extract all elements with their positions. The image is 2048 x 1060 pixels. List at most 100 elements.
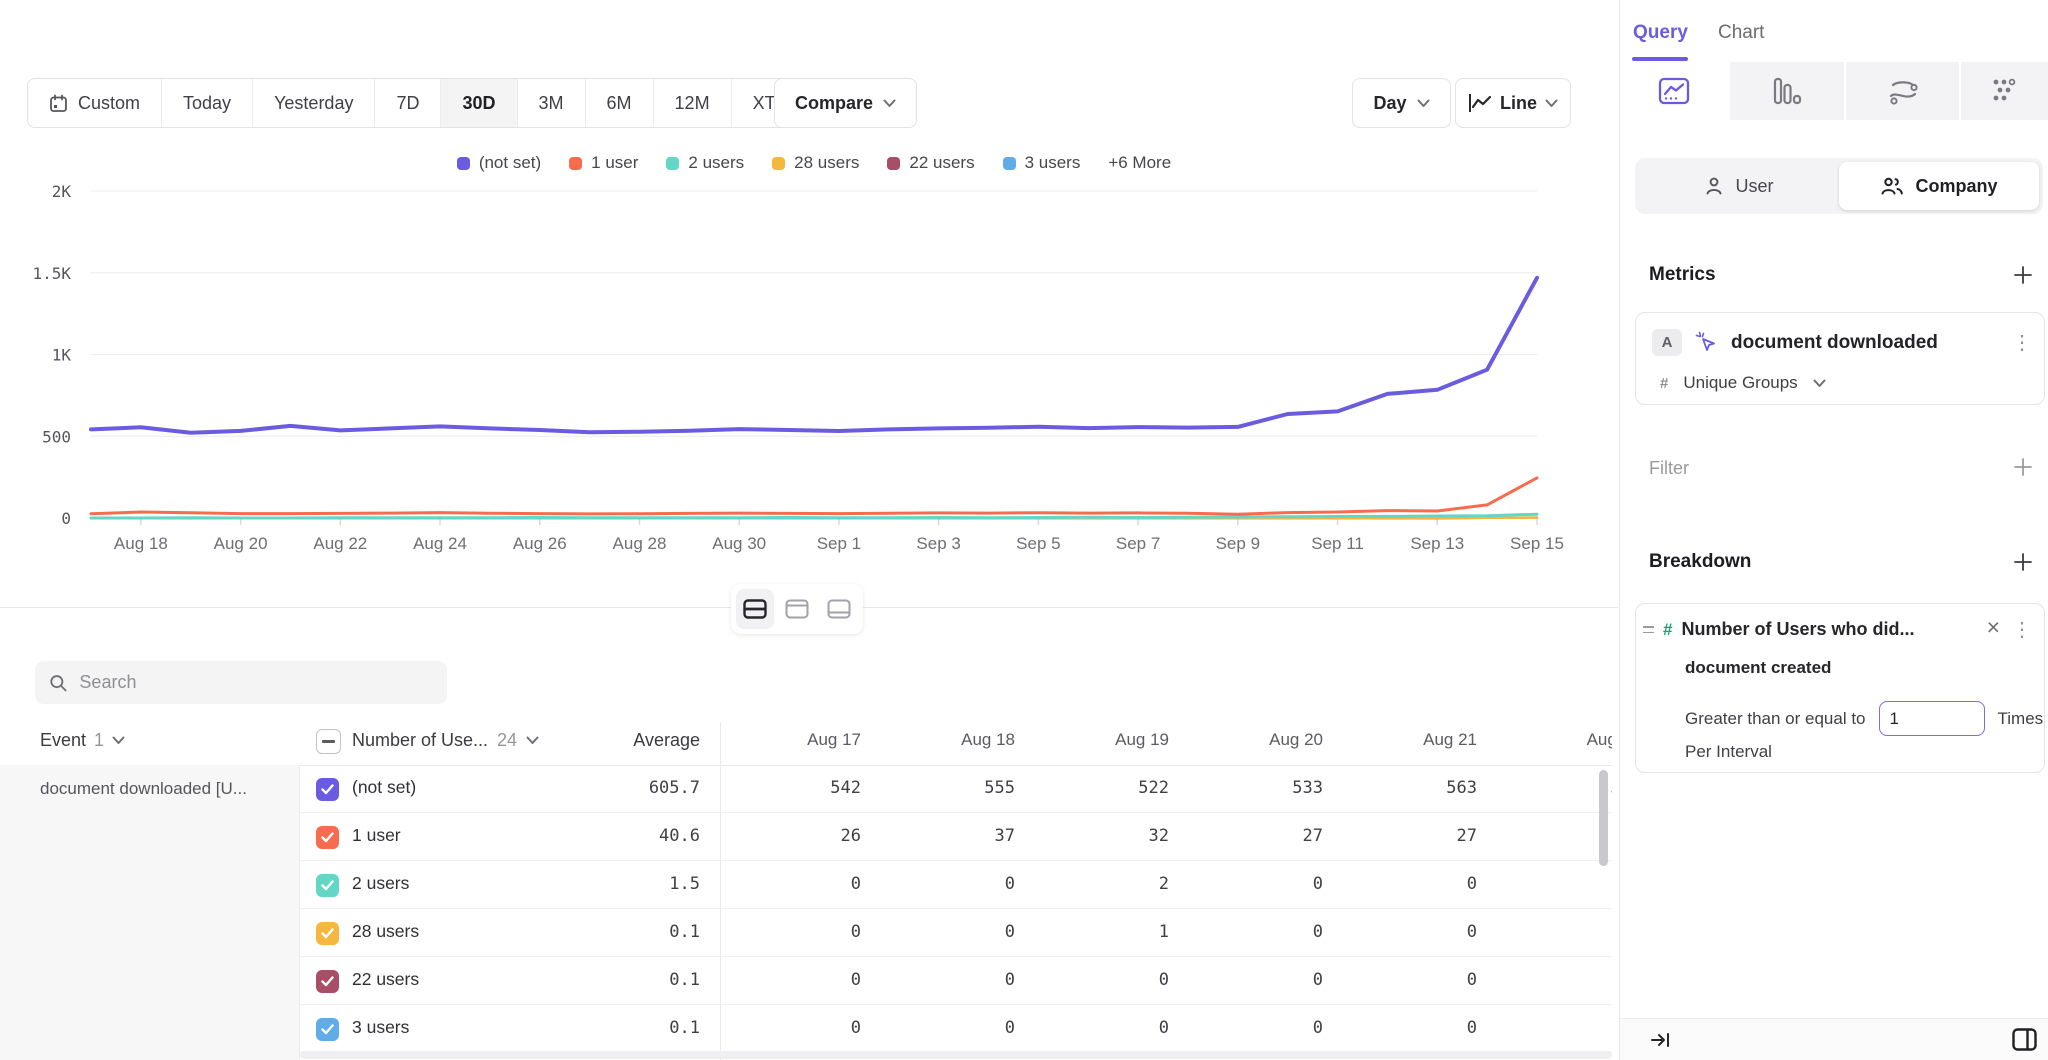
add-breakdown-button[interactable] xyxy=(2012,551,2034,573)
chart-type-flow-button[interactable] xyxy=(1846,62,1961,120)
cell-value: 522 xyxy=(1031,778,1185,798)
date-column-header[interactable]: Aug 18 xyxy=(877,730,1031,750)
granularity-button[interactable]: Day xyxy=(1352,78,1451,128)
close-icon[interactable]: × xyxy=(1987,616,2000,639)
event-name-cell[interactable]: document downloaded [U... xyxy=(0,765,300,1060)
cell-value: 1 xyxy=(1031,922,1185,942)
svg-text:Aug 28: Aug 28 xyxy=(613,534,667,553)
event-column-header[interactable]: Event 1 xyxy=(40,730,125,751)
row-values: 54255552253356353 xyxy=(723,778,1612,798)
cell-value: 533 xyxy=(1185,778,1339,798)
range-button-7d[interactable]: 7D xyxy=(374,79,440,127)
chart-toolbar: CustomTodayYesterday7D30D3M6M12MXTD Comp… xyxy=(0,78,1618,128)
range-button-yesterday[interactable]: Yesterday xyxy=(252,79,374,127)
average-value: 1.5 xyxy=(600,874,700,894)
table-row[interactable]: 1 user 40.6 26373227272 xyxy=(300,813,1612,861)
main-area: CustomTodayYesterday7D30D3M6M12MXTD Comp… xyxy=(0,0,1618,1060)
date-column-header[interactable]: Aug 2 xyxy=(1493,730,1612,750)
metric-card[interactable]: A document downloaded ⋮ # Unique Groups xyxy=(1635,312,2045,405)
vertical-scrollbar[interactable] xyxy=(1599,770,1608,866)
cell-value: 27 xyxy=(1185,826,1339,846)
range-button-today[interactable]: Today xyxy=(161,79,252,127)
date-column-header[interactable]: Aug 19 xyxy=(1031,730,1185,750)
series-checkbox[interactable] xyxy=(316,826,339,849)
table-row[interactable]: 3 users0.1000000 xyxy=(300,1005,1612,1053)
series-checkbox[interactable] xyxy=(316,970,339,993)
layout-chart-only-button[interactable] xyxy=(778,589,816,629)
search-icon xyxy=(49,673,67,693)
date-range-group: CustomTodayYesterday7D30D3M6M12MXTD xyxy=(27,78,834,128)
metrics-title: Metrics xyxy=(1649,264,1716,286)
table-search[interactable] xyxy=(35,661,447,704)
search-input[interactable] xyxy=(79,672,433,693)
add-metric-button[interactable] xyxy=(2012,264,2034,286)
layout-table-only-button[interactable] xyxy=(820,589,858,629)
chart-type-grid-button[interactable] xyxy=(1961,62,2048,120)
times-value-input[interactable] xyxy=(1879,701,1985,736)
range-button-6m[interactable]: 6M xyxy=(585,79,653,127)
chart-type-label: Line xyxy=(1500,93,1537,114)
series-checkbox[interactable] xyxy=(316,1018,339,1041)
tab-chart[interactable]: Chart xyxy=(1718,22,1764,44)
svg-text:1.5K: 1.5K xyxy=(32,264,71,283)
average-value: 40.6 xyxy=(600,826,700,846)
series-checkbox[interactable] xyxy=(316,874,339,897)
table-row[interactable]: 22 users0.1000000 xyxy=(300,957,1612,1005)
add-filter-button[interactable] xyxy=(2012,456,2034,478)
svg-text:Aug 24: Aug 24 xyxy=(413,534,467,553)
layout-toggle-group xyxy=(731,584,863,634)
line-chart[interactable]: 05001K1.5K2KAug 18Aug 20Aug 22Aug 24Aug … xyxy=(0,140,1618,570)
svg-text:Sep 7: Sep 7 xyxy=(1116,534,1160,553)
series-label: (not set) xyxy=(352,777,416,798)
group-user-option[interactable]: User xyxy=(1639,162,1839,210)
cell-value: 555 xyxy=(877,778,1031,798)
svg-text:Aug 26: Aug 26 xyxy=(513,534,567,553)
select-all-checkbox[interactable] xyxy=(316,729,341,754)
breakdown-card-title: Number of Users who did... xyxy=(1681,619,1914,640)
range-button-custom[interactable]: Custom xyxy=(28,79,161,127)
series-label: 1 user xyxy=(352,825,401,846)
chart-type-button[interactable]: Line xyxy=(1455,78,1571,128)
cell-value: 0 xyxy=(1185,874,1339,894)
svg-text:Sep 9: Sep 9 xyxy=(1216,534,1260,553)
chart-type-line-button[interactable] xyxy=(1620,62,1730,120)
breakdown-menu-icon[interactable]: ⋮ xyxy=(2012,620,2032,640)
breakdown-card[interactable]: # Number of Users who did... × ⋮ documen… xyxy=(1635,603,2045,773)
date-column-header[interactable]: Aug 20 xyxy=(1185,730,1339,750)
collapse-panel-icon[interactable] xyxy=(1650,1030,1671,1050)
range-button-3m[interactable]: 3M xyxy=(517,79,585,127)
series-checkbox[interactable] xyxy=(316,922,339,945)
metric-measure-row[interactable]: # Unique Groups xyxy=(1660,373,1826,393)
row-values: 26373227272 xyxy=(723,826,1612,846)
compare-button[interactable]: Compare xyxy=(774,78,917,128)
range-button-12m[interactable]: 12M xyxy=(653,79,731,127)
date-column-header[interactable]: Aug 21 xyxy=(1339,730,1493,750)
cell-value: 0 xyxy=(1031,970,1185,990)
range-button-30d[interactable]: 30D xyxy=(440,79,516,127)
chevron-down-icon xyxy=(1417,99,1430,108)
event-col-count: 1 xyxy=(94,730,104,751)
date-column-header[interactable]: Aug 17 xyxy=(723,730,877,750)
table-row[interactable]: 28 users0.1001000 xyxy=(300,909,1612,957)
table-row[interactable]: (not set) 605.7 54255552253356353 xyxy=(300,765,1612,813)
check-icon xyxy=(321,832,334,843)
series-checkbox[interactable] xyxy=(316,778,339,801)
svg-text:Aug 30: Aug 30 xyxy=(712,534,766,553)
table-row[interactable]: 2 users1.5002000 xyxy=(300,861,1612,909)
average-value: 605.7 xyxy=(600,778,700,798)
group-company-option[interactable]: Company xyxy=(1839,162,2039,210)
layout-split-button[interactable] xyxy=(736,589,774,629)
average-column-header[interactable]: Average xyxy=(600,730,700,751)
cell-value: 563 xyxy=(1339,778,1493,798)
split-columns-icon[interactable] xyxy=(2012,1028,2037,1051)
chart-type-strip xyxy=(1620,62,2048,120)
chevron-down-icon xyxy=(526,736,539,745)
chart-type-bar-button[interactable] xyxy=(1730,62,1846,120)
horizontal-scrollbar[interactable] xyxy=(300,1051,1612,1059)
analytics-app: CustomTodayYesterday7D30D3M6M12MXTD Comp… xyxy=(0,0,2048,1060)
per-interval-label: Per Interval xyxy=(1685,742,1772,762)
metric-menu-icon[interactable]: ⋮ xyxy=(2012,333,2032,353)
series-column-header[interactable]: Number of Use... 24 xyxy=(352,730,539,751)
drag-handle-icon[interactable] xyxy=(1643,626,1654,634)
tab-query[interactable]: Query xyxy=(1633,22,1688,44)
